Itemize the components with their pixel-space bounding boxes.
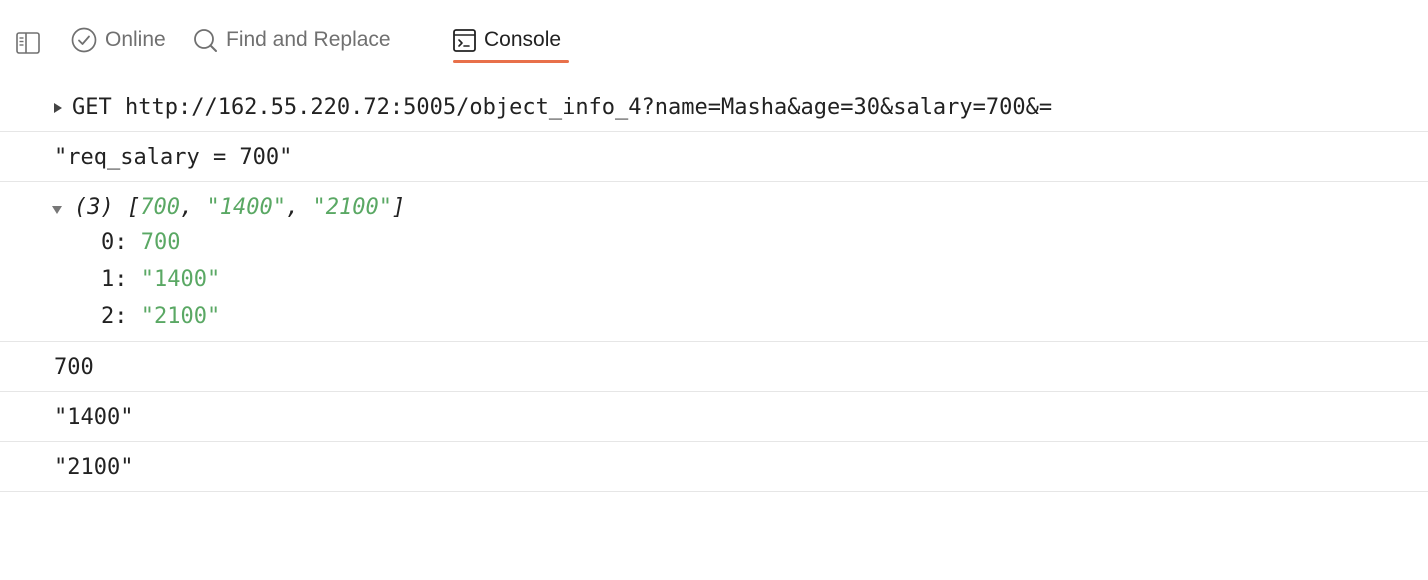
- console-entry-request[interactable]: GET http://162.55.220.72:5005/object_inf…: [0, 82, 1428, 132]
- array-item: 2: "2100": [101, 304, 220, 329]
- array-close-bracket: ]: [391, 195, 406, 220]
- online-label: Online: [105, 28, 166, 51]
- expand-caret-icon[interactable]: [54, 103, 62, 113]
- array-preview-1: "1400": [206, 195, 286, 220]
- array-sep: ,: [285, 195, 313, 220]
- array-item-value: 700: [140, 230, 181, 255]
- array-count: (3): [74, 195, 114, 220]
- log-text: 700: [54, 355, 94, 380]
- console-entry-array: (3) [700, "1400", "2100"] 0: 700 1: "140…: [0, 182, 1428, 342]
- log-text: "2100": [54, 455, 134, 480]
- find-and-replace-button[interactable]: Find and Replace: [193, 26, 391, 54]
- collapse-caret-icon[interactable]: [52, 206, 62, 214]
- console-log: GET http://162.55.220.72:5005/object_inf…: [0, 82, 1428, 492]
- sidebar-toggle-icon[interactable]: [16, 29, 40, 57]
- console-entry: "req_salary = 700": [0, 132, 1428, 182]
- array-item-value: "2100": [140, 304, 221, 329]
- console-entry: "1400": [0, 392, 1428, 442]
- tab-console[interactable]: Console: [453, 26, 561, 54]
- array-item: 0: 700: [101, 230, 181, 255]
- terminal-icon: [453, 28, 476, 52]
- online-status-button[interactable]: Online: [71, 26, 166, 54]
- array-item-index: 0:: [101, 230, 128, 255]
- check-circle-icon: [71, 27, 97, 53]
- console-entry: 700: [0, 342, 1428, 392]
- active-tab-indicator: [453, 60, 569, 63]
- console-entry: "2100": [0, 442, 1428, 492]
- toolbar: Online Find and Replace Console: [0, 0, 1428, 82]
- array-item: 1: "1400": [101, 267, 220, 292]
- search-icon: [194, 28, 217, 52]
- console-tab-label: Console: [484, 28, 562, 51]
- array-item-index: 1:: [101, 267, 128, 292]
- array-preview-2: "2100": [312, 195, 392, 220]
- request-text: GET http://162.55.220.72:5005/object_inf…: [72, 95, 1053, 120]
- array-item-value: "1400": [140, 267, 221, 292]
- array-item-index: 2:: [101, 304, 128, 329]
- log-text: "1400": [54, 405, 134, 430]
- array-summary[interactable]: (3) [700, "1400", "2100"]: [74, 195, 405, 220]
- array-open-bracket: [: [127, 195, 141, 220]
- array-sep: ,: [180, 195, 207, 220]
- log-text: "req_salary = 700": [54, 145, 293, 170]
- array-preview-0: 700: [140, 195, 180, 220]
- find-and-replace-label: Find and Replace: [226, 28, 391, 51]
